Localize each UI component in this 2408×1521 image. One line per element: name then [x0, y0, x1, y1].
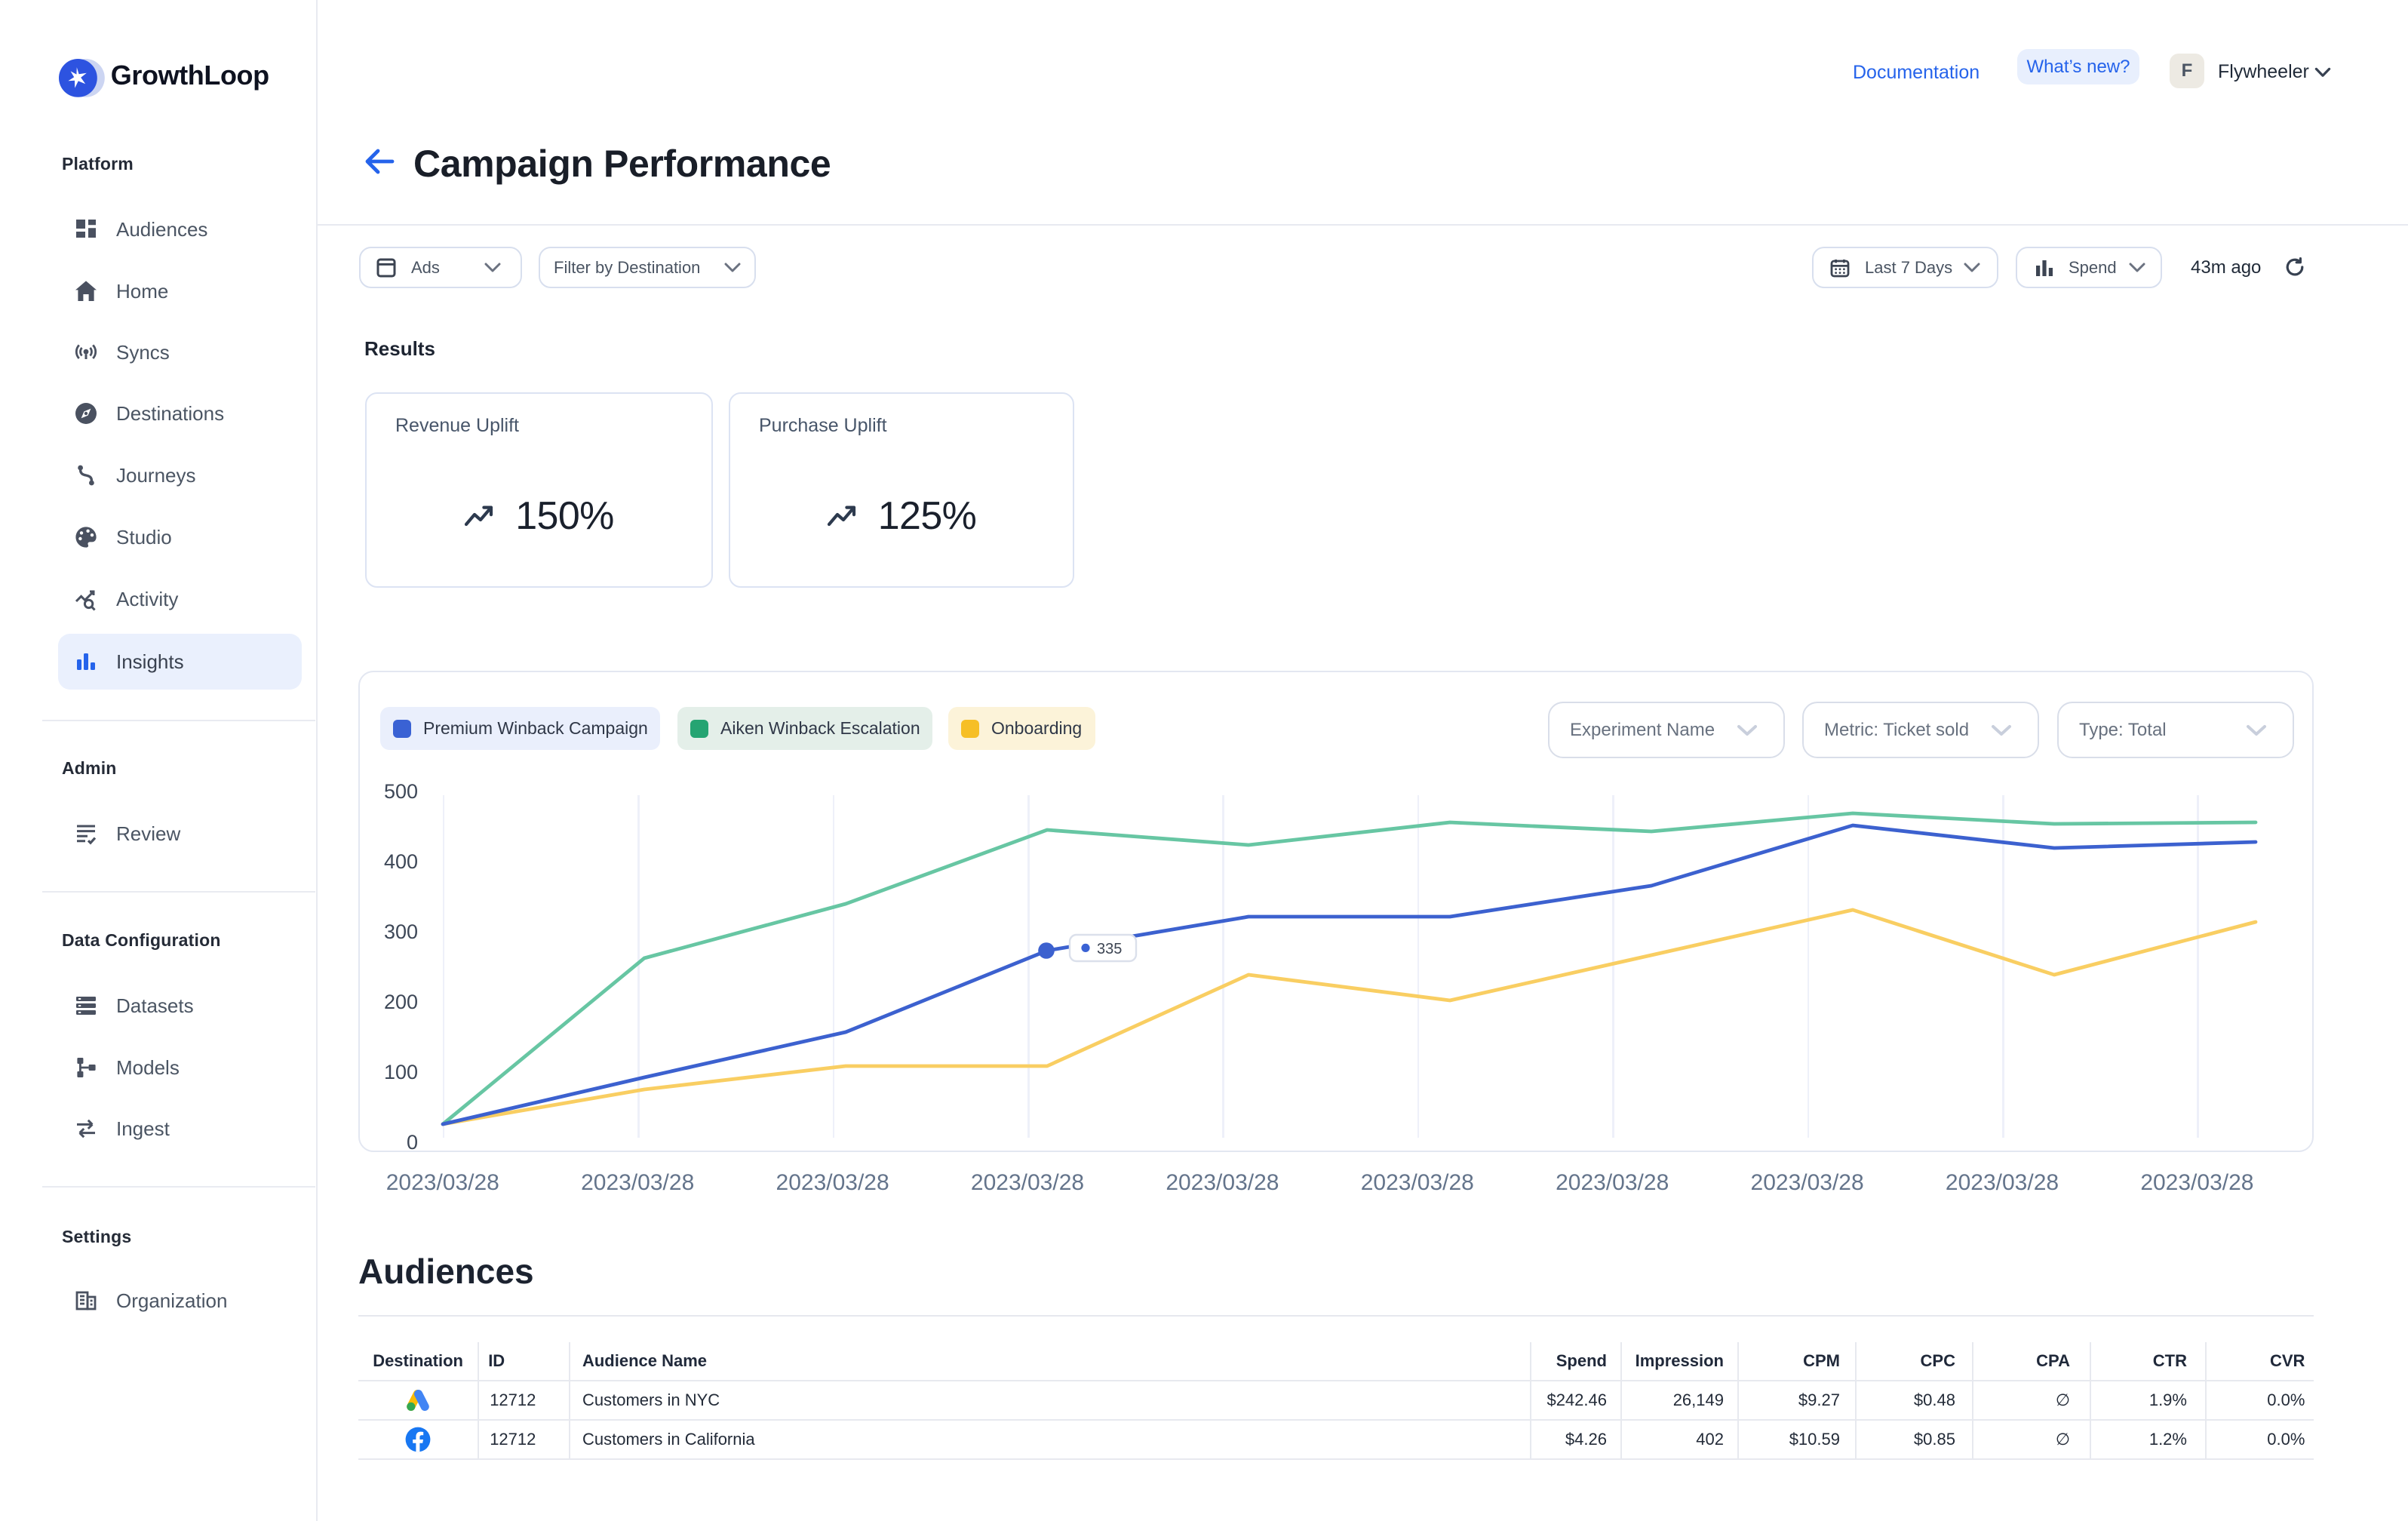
- svg-text:335: 335: [1097, 941, 1122, 957]
